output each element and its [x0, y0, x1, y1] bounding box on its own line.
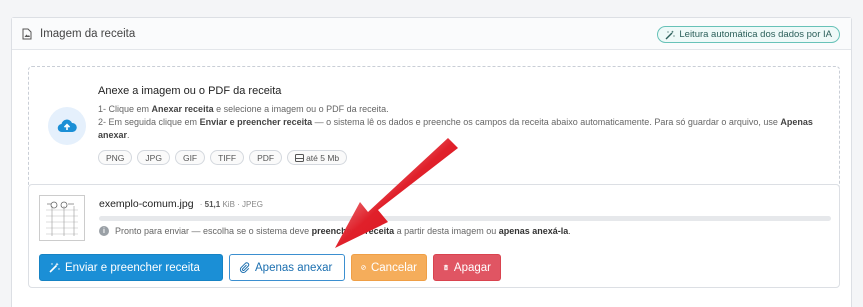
trash-icon [443, 264, 449, 271]
ban-icon [361, 265, 366, 270]
upload-dropzone[interactable]: Anexe a imagem ou o PDF da receita 1- Cl… [28, 66, 840, 189]
delete-label: Apagar [453, 261, 491, 274]
info-icon: i [99, 226, 109, 236]
format-chip-gif: GIF [174, 150, 206, 165]
file-meta: · 51,1 KiB · JPEG [197, 200, 263, 209]
send-and-fill-label: Enviar e preencher receita [65, 261, 200, 274]
max-size-label: até 5 Mb [306, 152, 340, 163]
attach-only-label: Apenas anexar [255, 261, 333, 274]
cancel-label: Cancelar [370, 261, 417, 274]
cloud-upload-icon [57, 119, 77, 133]
magic-wand-icon [665, 30, 675, 39]
thumbnail-image [43, 199, 81, 237]
attach-only-button[interactable]: Apenas anexar [229, 254, 345, 281]
file-type: KiB · JPEG [220, 200, 263, 209]
dropzone-instructions: Anexe a imagem ou o PDF da receita 1- Cl… [98, 85, 828, 165]
format-chip-png: PNG [98, 150, 133, 165]
cancel-button[interactable]: Cancelar [351, 254, 427, 281]
status-text-end: . [568, 226, 571, 236]
file-size: 51,1 [204, 200, 221, 209]
upload-circle [48, 107, 86, 145]
card-title: Imagem da receita [40, 27, 136, 40]
dropzone-title: Anexe a imagem ou o PDF da receita [98, 85, 282, 97]
format-chips: PNG JPG GIF TIFF PDF até 5 Mb [98, 150, 828, 165]
send-and-fill-button[interactable]: Enviar e preencher receita [39, 254, 223, 281]
step2-text-mid: — o sistema lê os dados e preenche os ca… [312, 117, 781, 127]
ai-reading-badge[interactable]: Leitura automática dos dados por IA [657, 26, 840, 43]
status-text: Pronto para enviar — escolha se o sistem… [115, 226, 571, 236]
instruction-step-1: 1- Clique em Anexar receita e selecione … [98, 103, 828, 116]
format-chip-pdf: PDF [249, 150, 283, 165]
step2-text: 2- Em seguida clique em [98, 117, 200, 127]
file-name: exemplo-comum.jpg [99, 198, 194, 210]
step2-text-end: . [127, 130, 130, 140]
file-status: i Pronto para enviar — escolha se o sist… [99, 226, 571, 236]
receipt-image-card: Imagem da receita Leitura automática dos… [11, 17, 852, 307]
upload-progress-bar [99, 216, 831, 221]
format-chip-tiff: TIFF [210, 150, 245, 165]
magic-wand-icon [49, 262, 60, 273]
instruction-step-2: 2- Em seguida clique em Enviar e preench… [98, 116, 828, 142]
step1-bold: Anexar receita [151, 104, 214, 114]
status-text-pre: Pronto para enviar — escolha se o sistem… [115, 226, 312, 236]
status-bold-2: apenas anexá-la [498, 226, 569, 236]
file-thumbnail[interactable] [39, 195, 85, 241]
status-bold-1: preencher a receita [311, 226, 395, 236]
format-chip-jpg: JPG [137, 150, 170, 165]
image-file-icon [22, 28, 32, 39]
hard-drive-icon [295, 153, 305, 162]
step1-text-end: e selecione a imagem ou o PDF da receita… [213, 104, 389, 114]
card-header: Imagem da receita Leitura automática dos… [12, 18, 851, 50]
page: Imagem da receita Leitura automática dos… [0, 0, 863, 307]
delete-button[interactable]: Apagar [433, 254, 501, 281]
file-actions: Enviar e preencher receita Apenas anexar… [39, 254, 501, 281]
step1-text: 1- Clique em [98, 104, 152, 114]
max-size-chip: até 5 Mb [287, 150, 348, 165]
selected-file-panel: exemplo-comum.jpg · 51,1 KiB · JPEG i Pr… [28, 184, 840, 288]
step2-bold: Enviar e preencher receita [199, 117, 313, 127]
ai-badge-label: Leitura automática dos dados por IA [679, 29, 832, 40]
paperclip-icon [239, 262, 250, 273]
file-name-line: exemplo-comum.jpg · 51,1 KiB · JPEG [99, 198, 263, 210]
status-text-mid: a partir desta imagem ou [394, 226, 499, 236]
